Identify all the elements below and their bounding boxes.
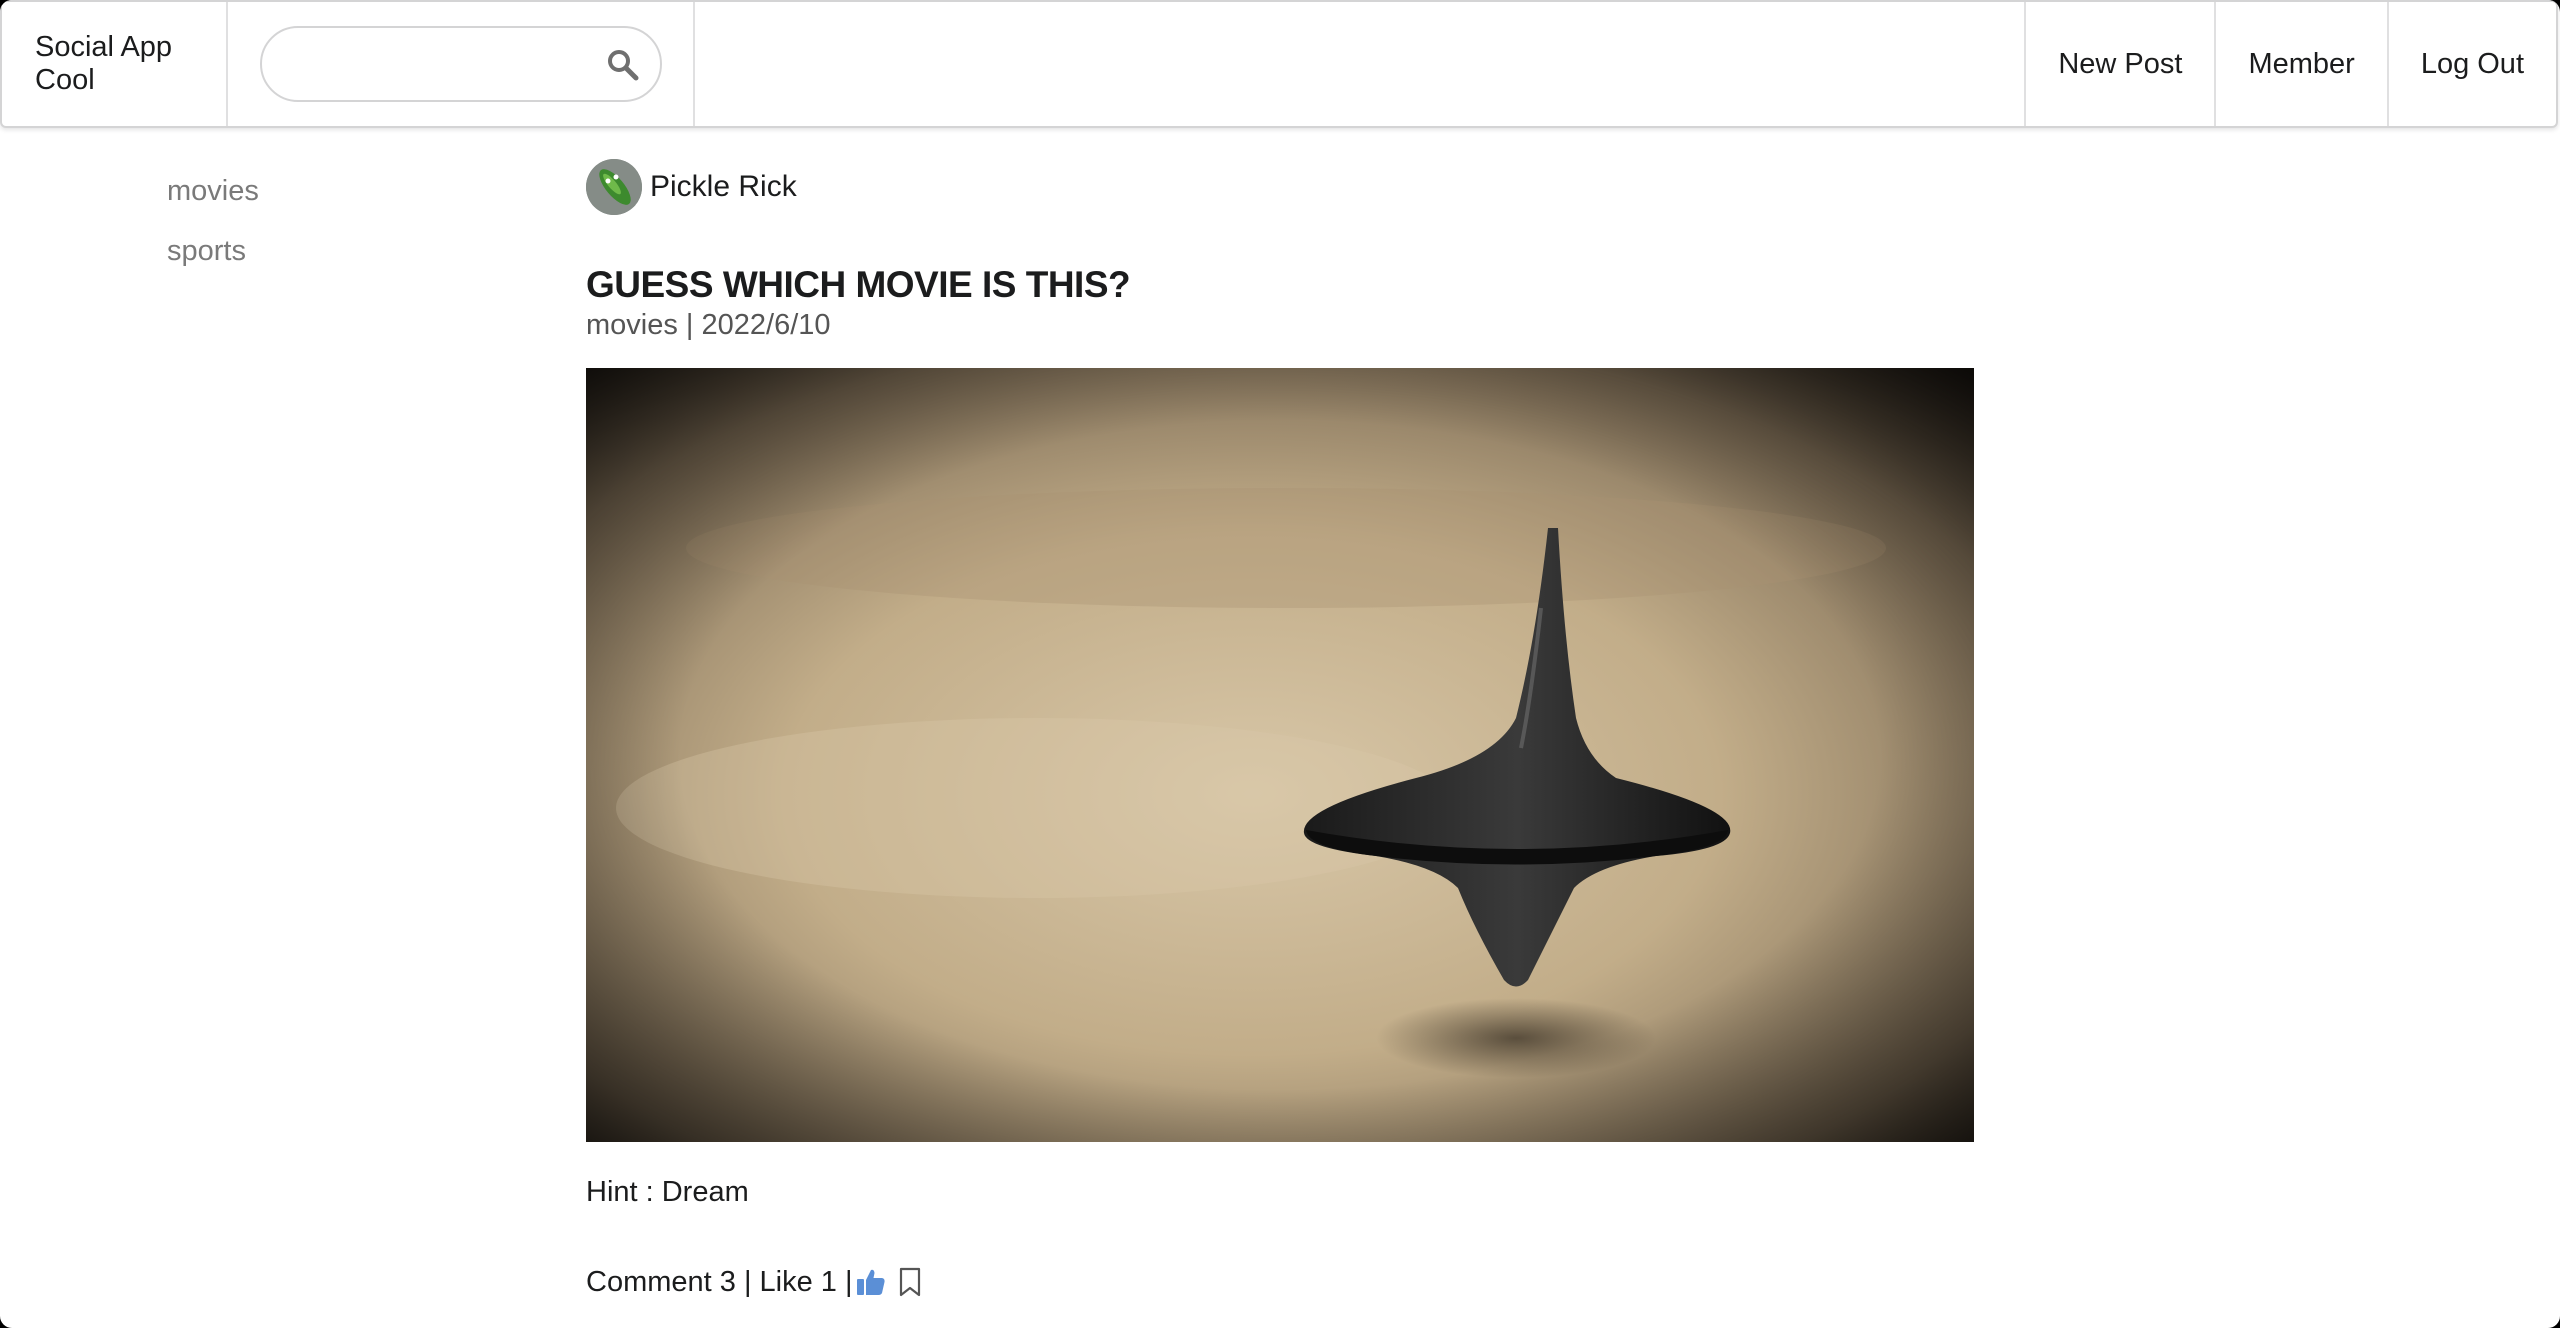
browser-window: Social App Cool New Post Member Log Out … [0, 0, 2560, 1328]
category-sidebar: movies sports [167, 168, 259, 288]
log-out-label: Log Out [2420, 47, 2524, 80]
menu-spacer [695, 2, 2024, 126]
sidebar-item-movies[interactable]: movies [167, 168, 259, 228]
member-button[interactable]: Member [2214, 2, 2386, 126]
search-box [260, 26, 662, 102]
author-name[interactable]: Pickle Rick [650, 170, 797, 204]
post-body: Hint : Dream [586, 1176, 749, 1208]
post-meta: movies | 2022/6/10 [586, 309, 831, 341]
new-post-button[interactable]: New Post [2024, 2, 2214, 126]
brand-link[interactable]: Social App Cool [2, 2, 228, 126]
avatar[interactable] [586, 159, 642, 215]
brand-label: Social App Cool [35, 31, 173, 96]
post-author[interactable]: Pickle Rick [586, 158, 1974, 216]
pickle-avatar-icon [586, 159, 642, 215]
post-image [586, 368, 1974, 1142]
log-out-button[interactable]: Log Out [2386, 2, 2556, 126]
search-icon[interactable] [606, 48, 640, 82]
bookmark-icon[interactable] [897, 1266, 923, 1298]
search-cell [228, 2, 695, 126]
member-label: Member [2248, 47, 2355, 80]
new-post-label: New Post [2058, 47, 2183, 80]
thumbs-up-icon[interactable] [855, 1266, 887, 1298]
post-title: GUESS WHICH MOVIE IS THIS? [586, 264, 1131, 305]
post-footer: Comment 3 | Like 1 | [586, 1262, 1974, 1302]
post-stats: Comment 3 | Like 1 | [586, 1265, 853, 1298]
search-input[interactable] [282, 38, 586, 92]
sidebar-item-sports[interactable]: sports [167, 228, 259, 288]
post-card: Pickle Rick GUESS WHICH MOVIE IS THIS? m… [586, 158, 1974, 1302]
top-menu-bar: Social App Cool New Post Member Log Out [0, 0, 2558, 128]
